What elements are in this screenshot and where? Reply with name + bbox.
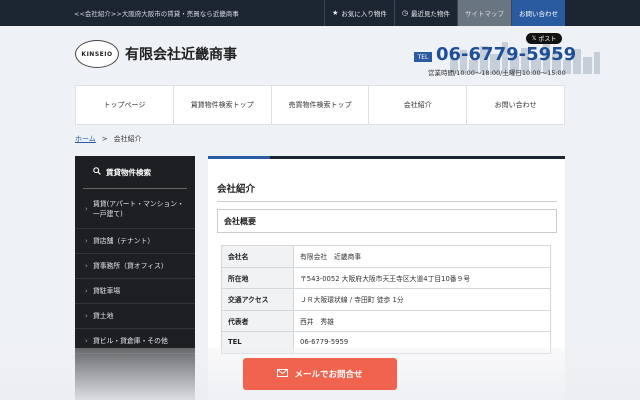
table-label: 所在地 (221, 266, 294, 289)
sitemap-label: サイトマップ (465, 10, 504, 18)
table-label: 代表者 (221, 309, 294, 332)
logo-text: KINSEIO (81, 50, 113, 58)
recent-label: 最近見た物件 (411, 10, 450, 18)
table-row: 会社名 有限会社 近畿商事 (221, 245, 551, 268)
contact-link[interactable]: お問い合わせ (511, 0, 565, 26)
breadcrumb: ホーム > 会社紹介 (75, 134, 142, 144)
favorites-link[interactable]: ★ お気に入り物件 (324, 0, 394, 26)
x-post-button[interactable]: 𝕏 ポスト (526, 33, 562, 44)
sidebar-item-office[interactable]: 貸事務所（貸オフィス） (75, 254, 195, 279)
breadcrumb-separator: > (101, 135, 108, 143)
star-icon: ★ (332, 9, 339, 17)
sitemap-link[interactable]: サイトマップ (457, 0, 511, 26)
x-icon: 𝕏 (531, 35, 537, 42)
breadcrumb-current: 会社紹介 (113, 135, 142, 143)
table-row: 交通アクセス ＪＲ大阪環状線 / 寺田町 徒歩 1分 (221, 288, 551, 311)
nav-top[interactable]: トップページ (76, 86, 174, 124)
mail-icon (277, 368, 289, 380)
sidebar-item-parking[interactable]: 貸駐車場 (75, 279, 195, 304)
sidebar-list: 賃貸(アパート・マンション・一戸建て) 貸店舗（テナント） 貸事務所（貸オフィス… (75, 189, 195, 354)
clock-icon: ◷ (401, 9, 408, 17)
company-logo[interactable]: KINSEIO (75, 40, 119, 68)
topbar-links: ★ お気に入り物件 ◷ 最近見た物件 サイトマップ お問い合わせ (324, 0, 565, 26)
nav-contact[interactable]: お問い合わせ (467, 86, 564, 124)
top-bar: <<会社紹介>>大阪府大阪市の賃貸・売買なら近畿商事 ★ お気に入り物件 ◷ 最… (0, 0, 640, 26)
nav-sale-search[interactable]: 売買物件検索トップ (272, 86, 370, 124)
table-value: 有限会社 近畿商事 (293, 245, 551, 268)
table-value: 西井 秀雄 (293, 309, 551, 332)
section-title: 会社概要 (224, 217, 256, 226)
company-name: 有限会社近畿商事 (125, 47, 237, 63)
sidebar-item-residential[interactable]: 賃貸(アパート・マンション・一戸建て) (75, 189, 195, 229)
table-row: 代表者 西井 秀雄 (221, 309, 551, 332)
table-value: ＪＲ大阪環状線 / 寺田町 徒歩 1分 (293, 288, 551, 311)
company-table: 会社名 有限会社 近畿商事 所在地 〒543-0052 大阪府大阪市天王寺区大道… (221, 245, 551, 354)
recent-link[interactable]: ◷ 最近見た物件 (393, 0, 457, 26)
sidebar-title: 賃貸物件検索 (106, 167, 151, 177)
title-accent (208, 156, 270, 159)
sidebar-item-land[interactable]: 貸土地 (75, 304, 195, 329)
search-icon (93, 167, 101, 177)
sidebar-heading: 賃貸物件検索 (83, 156, 187, 189)
nav-company[interactable]: 会社紹介 (369, 86, 468, 124)
mail-contact-button[interactable]: メールでお問合せ (243, 358, 397, 390)
breadcrumb-home[interactable]: ホーム (75, 135, 96, 143)
section-header: 会社概要 (217, 209, 557, 233)
tel-badge: TEL (414, 52, 432, 62)
phone-number[interactable]: 06-6779-5959 (436, 44, 576, 65)
favorites-label: お気に入り物件 (341, 10, 387, 18)
nav-rental-search[interactable]: 賃貸物件検索トップ (174, 86, 272, 124)
contact-label: お問い合わせ (519, 10, 558, 18)
table-label: 会社名 (221, 245, 294, 268)
table-value: 〒543-0052 大阪府大阪市天王寺区大道4丁目10番９号 (293, 266, 551, 289)
title-divider (217, 201, 557, 202)
sidebar-item-shop[interactable]: 貸店舗（テナント） (75, 229, 195, 254)
table-label: 交通アクセス (221, 288, 294, 311)
topbar-tagline: <<会社紹介>>大阪府大阪市の賃貸・売買なら近畿商事 (74, 10, 239, 18)
post-label: ポスト (538, 36, 557, 43)
mail-button-label: メールでお問合せ (294, 370, 363, 380)
business-hours: 営業時間/10:00～18:00/土曜日10:00～15:00 (428, 69, 566, 77)
page-title: 会社紹介 (217, 184, 256, 195)
main-nav: トップページ 賃貸物件検索トップ 売買物件検索トップ 会社紹介 お問い合わせ (75, 85, 565, 125)
table-row: 所在地 〒543-0052 大阪府大阪市天王寺区大道4丁目10番９号 (221, 266, 551, 289)
